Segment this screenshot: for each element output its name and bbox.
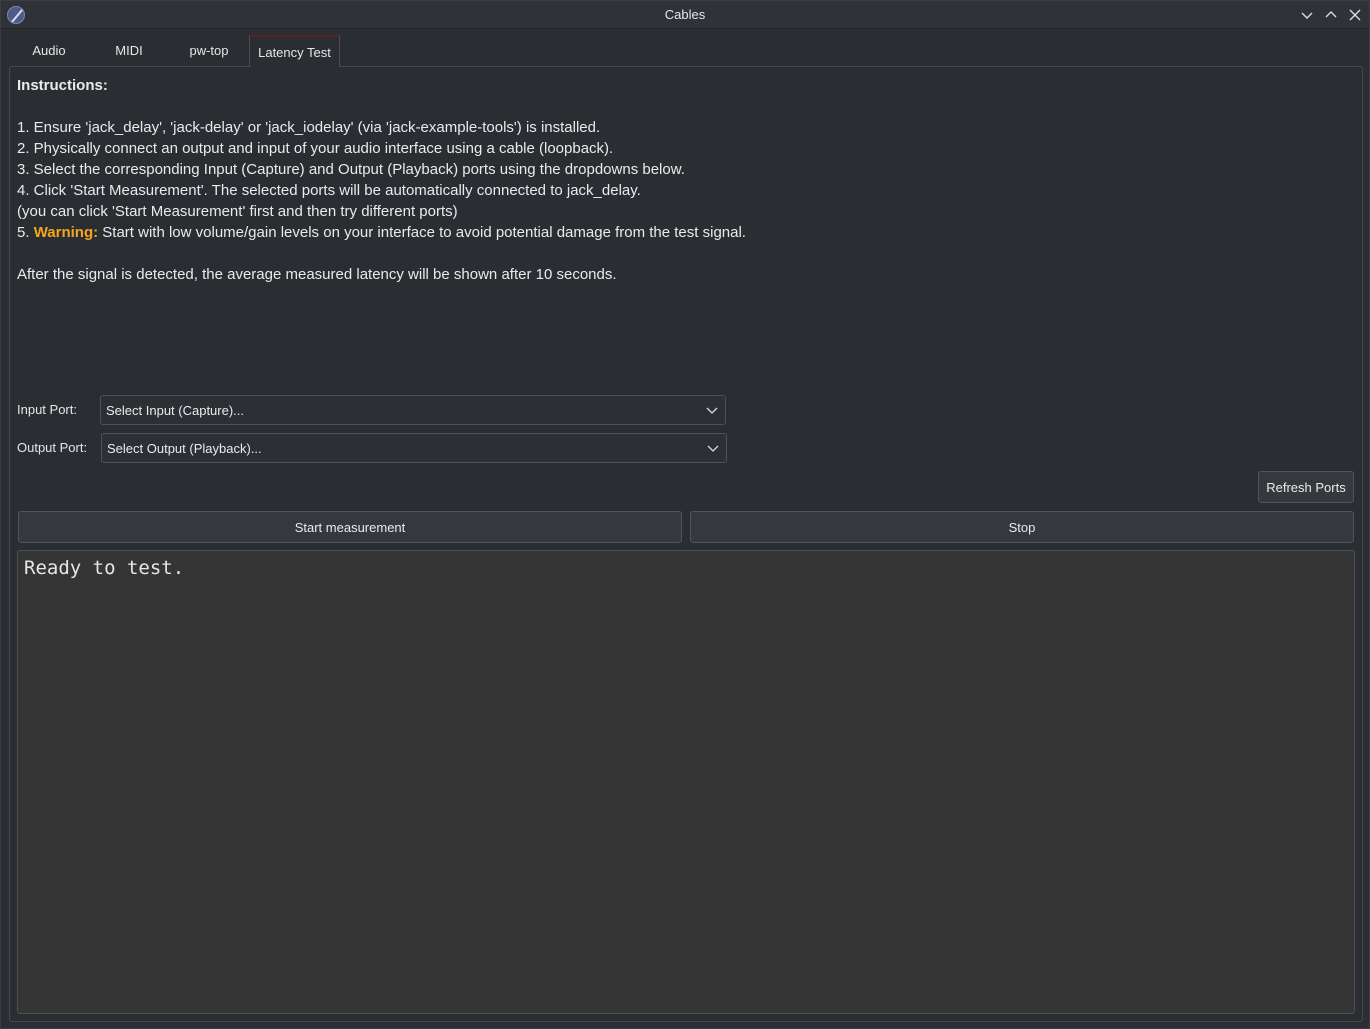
tab-pw-top[interactable]: pw-top — [169, 35, 249, 66]
instructions-heading: Instructions: — [17, 77, 108, 94]
output-port-value: Select Output (Playback)... — [107, 440, 262, 456]
instructions-text: Instructions: 1. Ensure 'jack_delay', 'j… — [17, 75, 917, 285]
stop-button[interactable]: Stop — [690, 511, 1354, 543]
chevron-down-icon — [707, 445, 719, 452]
window-title: Cables — [664, 7, 706, 22]
instructions-footer: After the signal is detected, the averag… — [17, 266, 617, 283]
close-button[interactable] — [1345, 5, 1365, 25]
instruction-step-3: 3. Select the corresponding Input (Captu… — [17, 161, 685, 178]
chevron-down-icon — [706, 407, 718, 414]
tab-latency-test[interactable]: Latency Test — [249, 35, 340, 67]
tab-midi[interactable]: MIDI — [89, 35, 169, 66]
input-port-label: Input Port: — [17, 402, 77, 417]
instruction-step-1: 1. Ensure 'jack_delay', 'jack-delay' or … — [17, 119, 601, 136]
title-bar[interactable]: Cables — [1, 1, 1369, 29]
output-log-text: Ready to test. — [24, 557, 185, 579]
input-port-select[interactable]: Select Input (Capture)... — [100, 395, 726, 425]
tab-audio[interactable]: Audio — [9, 35, 89, 66]
output-port-label: Output Port: — [17, 440, 88, 455]
refresh-ports-button[interactable]: Refresh Ports — [1258, 471, 1354, 503]
maximize-button[interactable] — [1321, 5, 1341, 25]
warning-label: Warning: — [33, 224, 99, 241]
start-measurement-button[interactable]: Start measurement — [18, 511, 682, 543]
instruction-step-4-note: (you can click 'Start Measurement' first… — [17, 203, 458, 220]
chevron-down-icon — [1301, 12, 1313, 19]
output-log[interactable]: Ready to test. — [17, 550, 1355, 1014]
instruction-step-4: 4. Click 'Start Measurement'. The select… — [17, 182, 641, 199]
output-port-select[interactable]: Select Output (Playback)... — [101, 433, 727, 463]
chevron-up-icon — [1325, 11, 1337, 18]
minimize-button[interactable] — [1297, 5, 1317, 25]
instruction-step-5: 5. Warning: Start with low volume/gain l… — [17, 222, 917, 243]
close-icon — [1349, 9, 1361, 21]
main-window: Cables Audio MIDI pw-top Latency Test In… — [0, 0, 1370, 1029]
step-5-text: Start with low volume/gain levels on you… — [98, 224, 746, 241]
instruction-step-2: 2. Physically connect an output and inpu… — [17, 140, 614, 157]
step-5-prefix: 5. — [17, 224, 34, 241]
input-port-value: Select Input (Capture)... — [106, 402, 245, 418]
